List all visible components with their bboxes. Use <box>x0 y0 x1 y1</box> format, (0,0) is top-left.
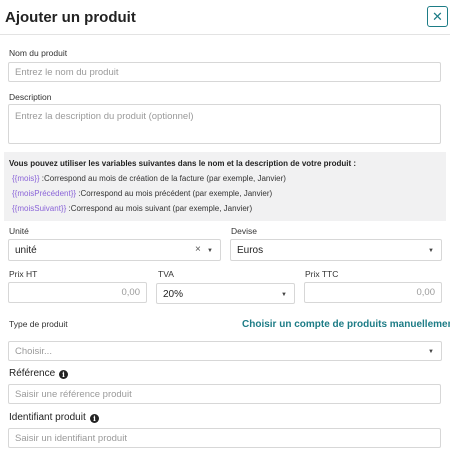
currency-select[interactable]: Euros ▼ <box>230 239 442 261</box>
close-button[interactable]: ✕ <box>427 6 448 27</box>
unit-label: Unité <box>9 226 29 236</box>
variable-tag: {{mois}} <box>12 174 40 183</box>
reference-input[interactable]: Saisir une référence produit <box>8 384 441 404</box>
unit-value: unité <box>15 245 37 256</box>
price-ht-placeholder: 0,00 <box>121 287 141 298</box>
info-icon[interactable]: i <box>59 370 68 379</box>
identifier-input[interactable]: Saisir un identifiant produit <box>8 428 441 448</box>
variable-mois: {{mois}} :Correspond au mois de création… <box>12 174 286 183</box>
reference-label: Référence <box>9 368 56 379</box>
product-type-placeholder: Choisir... <box>15 346 52 357</box>
currency-value: Euros <box>237 245 264 256</box>
price-ttc-input[interactable]: 0,00 <box>304 282 442 303</box>
identifier-placeholder: Saisir un identifiant produit <box>15 433 127 444</box>
price-ttc-label: Prix TTC <box>305 269 339 279</box>
name-placeholder: Entrez le nom du produit <box>15 67 119 78</box>
tva-label: TVA <box>158 269 174 279</box>
tva-select[interactable]: 20% ▼ <box>156 283 295 304</box>
price-ht-label: Prix HT <box>9 269 38 279</box>
product-type-label: Type de produit <box>9 319 68 329</box>
info-icon[interactable]: i <box>90 414 99 423</box>
choose-account-link[interactable]: Choisir un compte de produits manuelleme… <box>242 319 450 330</box>
clear-icon[interactable]: × <box>195 244 201 255</box>
chevron-down-icon: ▼ <box>207 248 213 254</box>
description-placeholder: Entrez la description du produit (option… <box>15 111 194 122</box>
price-ht-input[interactable]: 0,00 <box>8 282 147 303</box>
chevron-down-icon: ▼ <box>428 248 434 254</box>
variables-info-box: Vous pouvez utiliser les variables suiva… <box>4 152 446 221</box>
variable-mois-suivant: {{moisSuivant}} :Correspond au mois suiv… <box>12 204 252 213</box>
description-textarea[interactable]: Entrez la description du produit (option… <box>8 104 441 144</box>
identifier-label: Identifiant produit <box>9 412 86 423</box>
name-label: Nom du produit <box>9 48 68 58</box>
variable-tag: {{moisPrécédent}} <box>12 189 77 198</box>
unit-select[interactable]: unité × ▼ <box>8 239 221 261</box>
variable-description: :Correspond au mois suivant (par exemple… <box>66 204 253 213</box>
modal-header: Ajouter un produit ✕ <box>0 0 450 35</box>
variable-description: :Correspond au mois précédent (par exemp… <box>76 189 273 198</box>
close-icon: ✕ <box>432 9 443 24</box>
chevron-down-icon: ▼ <box>428 349 434 355</box>
currency-label: Devise <box>231 226 257 236</box>
variable-mois-precedent: {{moisPrécédent}} :Correspond au mois pr… <box>12 189 272 198</box>
reference-placeholder: Saisir une référence produit <box>15 389 132 400</box>
price-ttc-placeholder: 0,00 <box>416 287 436 298</box>
chevron-down-icon: ▼ <box>281 292 287 298</box>
variable-description: :Correspond au mois de création de la fa… <box>39 174 286 183</box>
tva-value: 20% <box>163 289 184 300</box>
description-label: Description <box>9 92 52 102</box>
product-type-select[interactable]: Choisir... ▼ <box>8 341 442 361</box>
variable-tag: {{moisSuivant}} <box>12 204 67 213</box>
name-input[interactable]: Entrez le nom du produit <box>8 62 441 82</box>
variables-title: Vous pouvez utiliser les variables suiva… <box>9 159 357 168</box>
modal-title: Ajouter un produit <box>5 9 136 26</box>
